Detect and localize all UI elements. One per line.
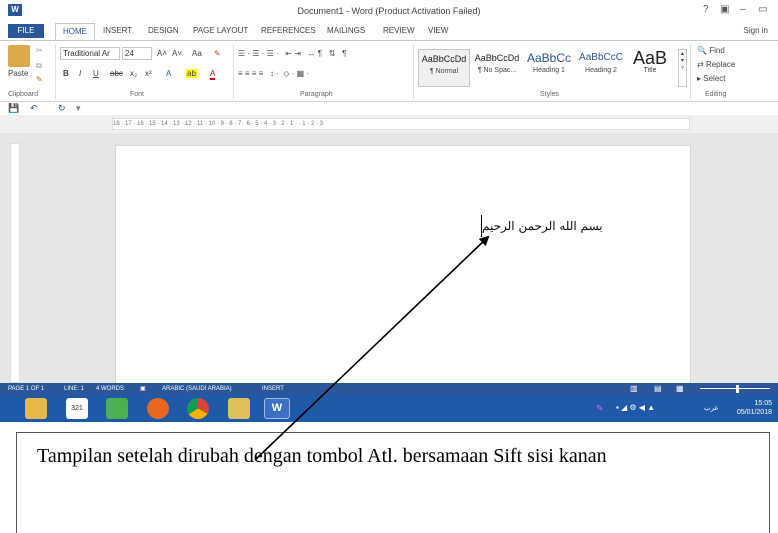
annotation-arrow <box>254 235 490 461</box>
